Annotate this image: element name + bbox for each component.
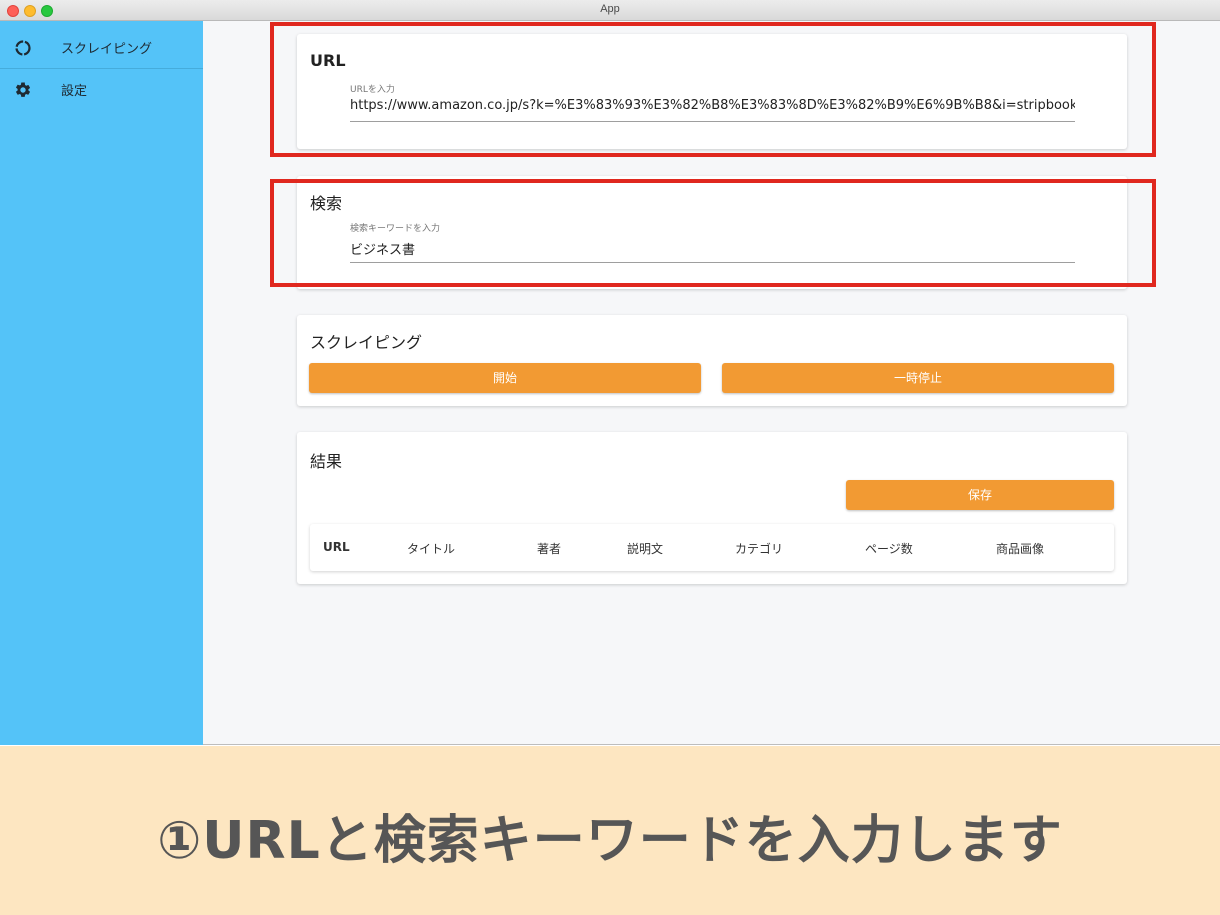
caption-text: ①URLと検索キーワードを入力します — [157, 811, 1063, 871]
column-header-title[interactable]: タイトル — [407, 540, 455, 557]
search-highlight-box — [270, 179, 1156, 287]
column-header-author[interactable]: 著者 — [537, 540, 561, 557]
sidebar-item-label: 設定 — [61, 84, 88, 99]
card-title: スクレイピング — [310, 333, 423, 352]
app-window: App スクレイピング 設定 URL URLを入力 https://www.am… — [0, 0, 1220, 745]
save-button[interactable]: 保存 — [846, 480, 1114, 510]
caption-banner: ①URLと検索キーワードを入力します — [0, 746, 1220, 915]
column-header-pages[interactable]: ページ数 — [865, 540, 913, 557]
gear-icon — [14, 81, 32, 99]
column-header-description[interactable]: 説明文 — [627, 540, 663, 557]
sidebar: スクレイピング 設定 — [0, 21, 203, 745]
column-header-category[interactable]: カテゴリ — [735, 540, 783, 557]
column-header-product-image[interactable]: 商品画像 — [996, 540, 1044, 557]
results-table-header: URL タイトル 著者 説明文 カテゴリ ページ数 商品画像 — [310, 524, 1114, 571]
url-highlight-box — [270, 22, 1156, 157]
column-header-url[interactable]: URL — [323, 540, 350, 554]
card-title: 結果 — [310, 452, 343, 471]
title-bar: App — [0, 0, 1220, 21]
scraping-card: スクレイピング 開始 一時停止 — [297, 315, 1127, 406]
window-title: App — [600, 3, 620, 15]
refresh-circle-icon — [14, 39, 32, 57]
start-button[interactable]: 開始 — [309, 363, 701, 393]
sidebar-item-label: スクレイピング — [61, 42, 153, 57]
results-card: 結果 保存 URL タイトル 著者 説明文 カテゴリ ページ数 商品画像 — [297, 432, 1127, 584]
sidebar-item-settings[interactable]: 設定 — [0, 67, 203, 111]
pause-button[interactable]: 一時停止 — [722, 363, 1114, 393]
sidebar-item-scraping[interactable]: スクレイピング — [0, 25, 203, 69]
